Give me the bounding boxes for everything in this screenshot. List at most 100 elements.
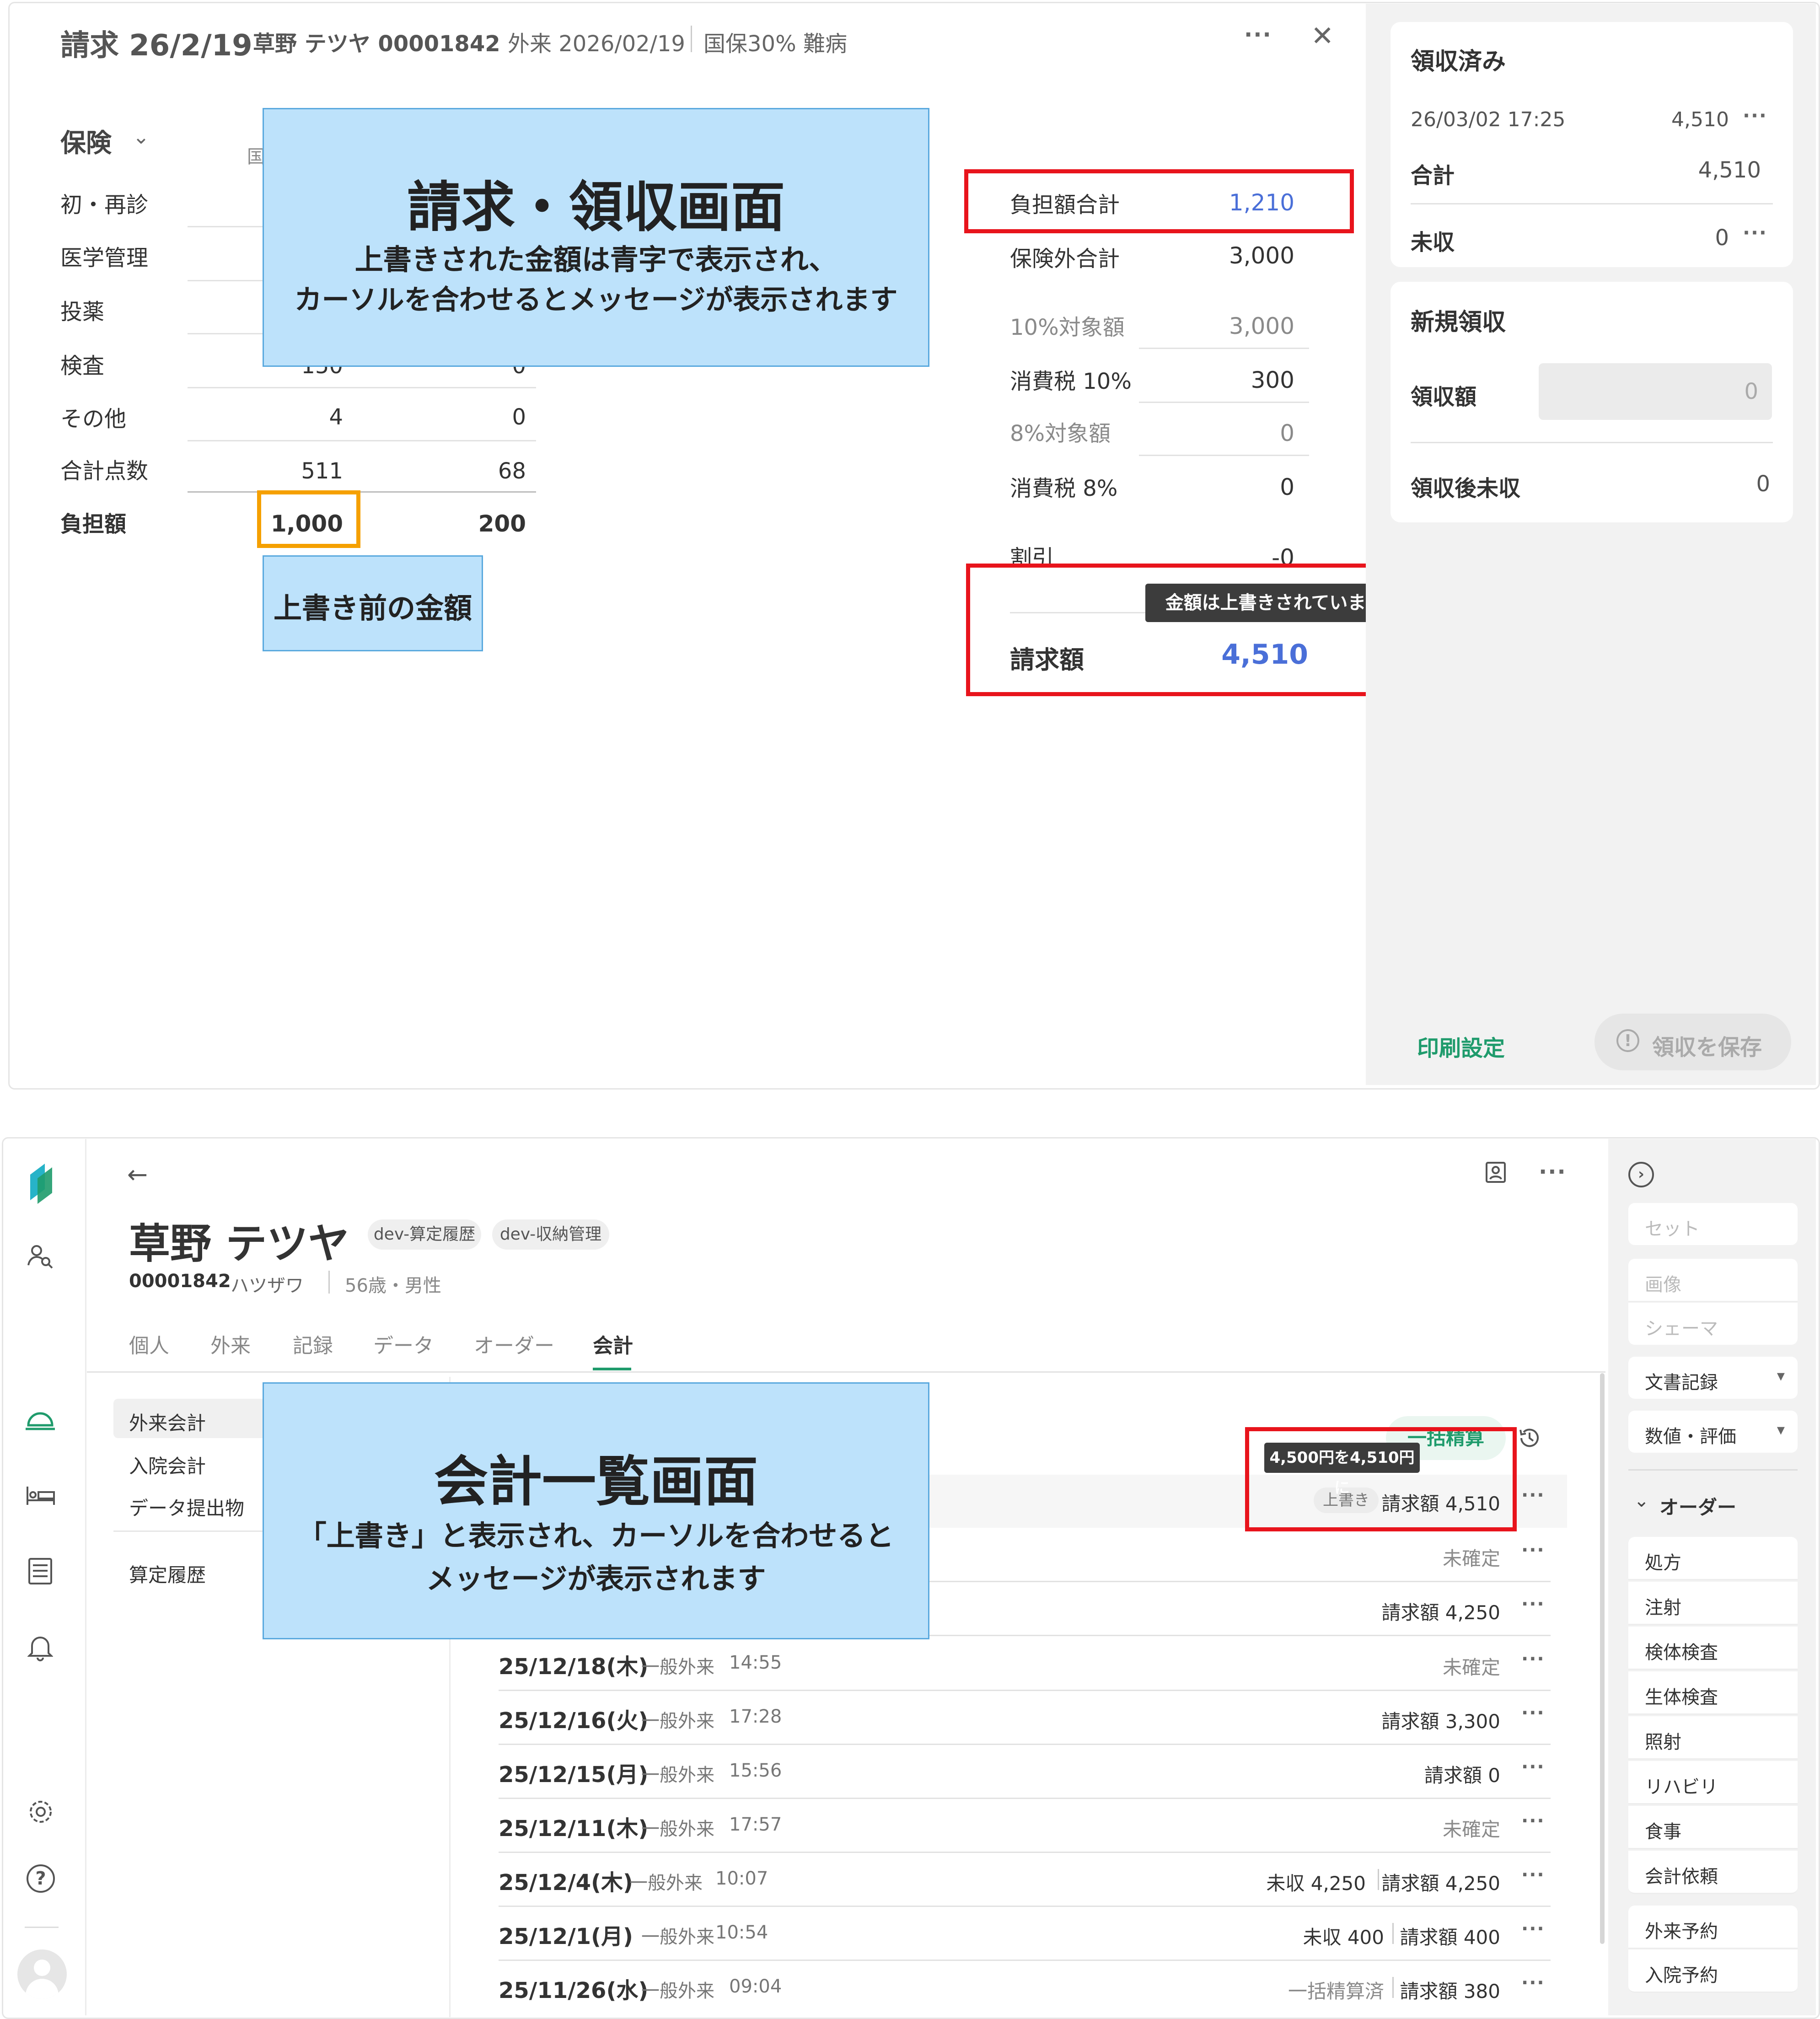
order-radiation-label: 照射 bbox=[1645, 1732, 1681, 1753]
outpatient-reservation[interactable]: 外来予約 bbox=[1628, 1906, 1798, 1949]
help-icon[interactable]: ? bbox=[27, 1864, 55, 1893]
order-billing-request[interactable]: 会計依頼 bbox=[1628, 1851, 1798, 1894]
order-rehab-label: リハビリ bbox=[1645, 1777, 1718, 1798]
avatar-body bbox=[26, 1979, 59, 1999]
list-scrollbar[interactable] bbox=[1600, 1373, 1605, 1944]
received-more-button[interactable]: ··· bbox=[1743, 104, 1767, 127]
order-physiological-test[interactable]: 生体検査 bbox=[1628, 1671, 1798, 1715]
patient-tag-history[interactable]: dev-算定履歴 bbox=[368, 1219, 481, 1250]
history-clock-icon[interactable] bbox=[1518, 1426, 1541, 1450]
tab-records[interactable]: 記録 bbox=[293, 1329, 333, 1359]
close-icon[interactable]: ✕ bbox=[1311, 20, 1334, 52]
row-divider bbox=[499, 1690, 1551, 1691]
menu-data-submission[interactable]: データ提出物 bbox=[129, 1493, 244, 1521]
menu-calculation-history[interactable]: 算定履歴 bbox=[129, 1560, 206, 1588]
user-avatar[interactable] bbox=[17, 1949, 67, 1999]
more-menu-button[interactable]: ··· bbox=[1244, 22, 1272, 48]
order-header[interactable]: オーダー bbox=[1659, 1492, 1736, 1520]
row-date[interactable]: 25/11/26(水) bbox=[499, 1972, 648, 2004]
patient-kana: ハツザワ bbox=[231, 1275, 304, 1296]
row-more-button[interactable]: ··· bbox=[1521, 1702, 1545, 1724]
insurance-section-title[interactable]: 保険 bbox=[60, 123, 112, 160]
after-receipt-label: 領収後未収 bbox=[1411, 476, 1521, 501]
row-visit-type: 一般外来 bbox=[641, 1711, 714, 1732]
tab-personal[interactable]: 個人 bbox=[129, 1329, 169, 1359]
row-date[interactable]: 25/12/1(月) bbox=[499, 1918, 633, 1950]
row-date[interactable]: 25/12/4(木) bbox=[499, 1864, 633, 1896]
panel-divider bbox=[1411, 203, 1773, 204]
row-more-button[interactable]: ··· bbox=[1521, 1594, 1545, 1615]
row-visit-type: 一般外来 bbox=[641, 1819, 714, 1840]
total-points-2: 68 bbox=[498, 458, 526, 484]
image-button[interactable]: 画像 bbox=[1628, 1259, 1798, 1302]
row-date[interactable]: 25/12/15(月) bbox=[499, 1756, 648, 1788]
schema-button[interactable]: シェーマ bbox=[1628, 1303, 1798, 1345]
annotation-accounting-line1: 「上書き」と表示され、カーソルを合わせると bbox=[298, 1519, 894, 1552]
chevron-down-icon[interactable]: ⌄ bbox=[133, 125, 150, 149]
annotation-billing-line1: 上書きされた金額は青字で表示され、 bbox=[354, 243, 838, 276]
inpatient-reservation[interactable]: 入院予約 bbox=[1628, 1949, 1798, 1993]
row-date[interactable]: 25/12/18(木) bbox=[499, 1648, 648, 1681]
menu-divider bbox=[113, 1530, 269, 1532]
order-meal[interactable]: 食事 bbox=[1628, 1806, 1798, 1849]
receipt-amount-label: 領収額 bbox=[1411, 384, 1477, 410]
order-injection[interactable]: 注射 bbox=[1628, 1582, 1798, 1625]
patient-search-icon[interactable] bbox=[27, 1242, 54, 1270]
menu-outpatient-accounting[interactable]: 外来会計 bbox=[113, 1399, 269, 1438]
receipt-amount-input[interactable]: 0 bbox=[1539, 363, 1772, 420]
order-radiation[interactable]: 照射 bbox=[1628, 1716, 1798, 1760]
unpaid-label: 未収 bbox=[1411, 230, 1455, 255]
order-prescription[interactable]: 処方 bbox=[1628, 1537, 1798, 1580]
document-record-dropdown[interactable]: 文書記録 ▾ bbox=[1628, 1357, 1798, 1399]
patient-tag-receipt[interactable]: dev-収納管理 bbox=[492, 1219, 609, 1250]
print-settings-link[interactable]: 印刷設定 bbox=[1417, 1030, 1505, 1062]
set-search-input[interactable]: セット bbox=[1628, 1203, 1798, 1245]
annotation-accounting-list: 会計一覧画面 「上書き」と表示され、カーソルを合わせると メッセージが表示されま… bbox=[263, 1382, 929, 1639]
noninsured-value: 3,000 bbox=[1229, 242, 1294, 269]
tab-orders[interactable]: オーダー bbox=[474, 1329, 554, 1359]
row-date[interactable]: 25/12/16(火) bbox=[499, 1702, 648, 1734]
burden-amount-2[interactable]: 200 bbox=[439, 510, 526, 537]
patient-summary: 草野 テツヤ 00001842 bbox=[253, 31, 500, 57]
row-more-button[interactable]: ··· bbox=[1521, 1810, 1545, 1831]
row-label-initial: 初・再診 bbox=[60, 192, 149, 218]
row-more-button[interactable]: ··· bbox=[1521, 1756, 1545, 1777]
tab-accounting[interactable]: 会計 bbox=[593, 1329, 633, 1359]
row-date[interactable]: 25/12/11(木) bbox=[499, 1810, 648, 1842]
row-more-button[interactable]: ··· bbox=[1521, 1918, 1545, 1939]
row-more-button[interactable]: ··· bbox=[1521, 1864, 1545, 1885]
save-receipt-label: 領収を保存 bbox=[1652, 1035, 1762, 1060]
list-document-icon[interactable] bbox=[27, 1557, 54, 1585]
row-more-button[interactable]: ··· bbox=[1521, 1972, 1545, 1993]
notification-bell-icon[interactable] bbox=[27, 1633, 54, 1661]
app-logo[interactable] bbox=[27, 1162, 56, 1206]
tax10-base-label: 10%対象額 bbox=[1010, 315, 1125, 340]
tab-data[interactable]: データ bbox=[373, 1329, 434, 1359]
save-receipt-button[interactable]: ! 領収を保存 bbox=[1595, 1014, 1791, 1070]
unpaid-more-button[interactable]: ··· bbox=[1743, 221, 1767, 244]
row-divider bbox=[499, 1798, 1551, 1799]
annotation-pre-override: 上書き前の金額 bbox=[263, 555, 483, 651]
tax10-value: 300 bbox=[1251, 367, 1294, 393]
order-rehab[interactable]: リハビリ bbox=[1628, 1761, 1798, 1804]
total-label: 合計 bbox=[1411, 163, 1455, 188]
order-specimen-test[interactable]: 検体検査 bbox=[1628, 1627, 1798, 1670]
caret-down-icon: ▾ bbox=[1777, 1421, 1785, 1439]
row-visit-type: 一般外来 bbox=[641, 1927, 714, 1948]
row-more-button[interactable]: ··· bbox=[1521, 1648, 1545, 1670]
row-more-button[interactable]: ··· bbox=[1521, 1540, 1545, 1561]
row-more-button[interactable]: ··· bbox=[1521, 1485, 1545, 1506]
menu-inpatient-accounting[interactable]: 入院会計 bbox=[129, 1451, 206, 1479]
burden-total-highlight bbox=[964, 169, 1354, 233]
tab-outpatient[interactable]: 外来 bbox=[210, 1329, 251, 1359]
chevron-down-icon[interactable]: ⌄ bbox=[1634, 1490, 1649, 1511]
numeric-eval-dropdown[interactable]: 数値・評価 ▾ bbox=[1628, 1411, 1798, 1453]
back-arrow-icon[interactable]: ← bbox=[127, 1160, 148, 1189]
bed-icon[interactable] bbox=[25, 1482, 57, 1509]
patient-more-button[interactable]: ··· bbox=[1539, 1159, 1567, 1185]
gear-icon[interactable] bbox=[27, 1798, 55, 1826]
order-prescription-label: 処方 bbox=[1645, 1552, 1681, 1573]
reception-bell-icon[interactable] bbox=[24, 1405, 57, 1433]
expand-panel-icon[interactable]: › bbox=[1628, 1162, 1654, 1187]
id-card-icon[interactable] bbox=[1484, 1160, 1508, 1184]
